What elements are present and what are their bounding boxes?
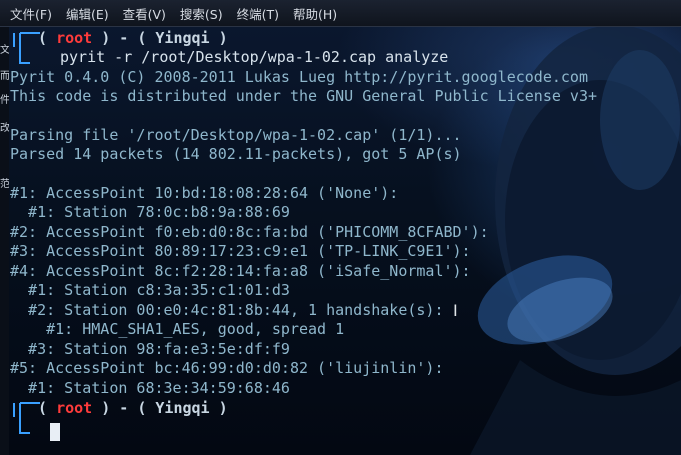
menu-terminal[interactable]: 终端(T) [229, 4, 285, 23]
output-line: #1: Station c8:3a:35:c1:01:d3 [10, 281, 290, 299]
background-window-edge: 文 而 件 改 范 [0, 27, 9, 455]
side-glyph: 改 [0, 123, 9, 134]
prompt-line: ( root ) - ( Yingqi ) [38, 29, 228, 47]
side-glyph: 范 [0, 179, 9, 190]
side-glyph: 件 [0, 95, 9, 106]
output-line: Pyrit 0.4.0 (C) 2008-2011 Lukas Lueg htt… [10, 68, 588, 86]
terminal-window[interactable]: ( root ) - ( Yingqi ) pyrit -r /root/Des… [10, 27, 681, 455]
side-glyph: 文 [0, 45, 9, 56]
menu-bar: 文件(F) 编辑(E) 查看(V) 搜索(S) 终端(T) 帮助(H) [0, 0, 681, 27]
output-line: Parsing file '/root/Desktop/wpa-1-02.cap… [10, 126, 462, 144]
prompt-close: ) [209, 399, 228, 417]
output-line: #3: AccessPoint 80:89:17:23:c9:e1 ('TP-L… [10, 242, 471, 260]
output-line: #1: HMAC_SHA1_AES, good, spread 1 [10, 320, 345, 338]
prompt-user: root [56, 29, 93, 47]
output-line: #4: AccessPoint 8c:f2:28:14:fa:a8 ('iSaf… [10, 262, 471, 280]
output-line: #3: Station 98:fa:e3:5e:df:f9 [10, 340, 290, 358]
text-cursor-icon: I [453, 301, 458, 320]
output-line: #1: Station 78:0c:b8:9a:88:69 [10, 203, 290, 221]
menu-view[interactable]: 查看(V) [115, 4, 172, 23]
prompt-close: ) [209, 29, 228, 47]
side-glyph: 而 [0, 71, 9, 82]
menu-help[interactable]: 帮助(H) [285, 4, 343, 23]
menu-search[interactable]: 搜索(S) [172, 4, 229, 23]
output-line: #2: Station 00:e0:4c:81:8b:44, 1 handsha… [10, 301, 444, 319]
output-line: This code is distributed under the GNU G… [10, 87, 597, 105]
menu-file[interactable]: 文件(F) [0, 4, 58, 23]
output-line: #2: AccessPoint f0:eb:d0:8c:fa:bd ('PHIC… [10, 223, 489, 241]
prompt-separator: ) - ( [92, 29, 156, 47]
output-line: Parsed 14 packets (14 802.11-packets), g… [10, 145, 462, 163]
command-line: pyrit -r /root/Desktop/wpa-1-02.cap anal… [60, 48, 449, 66]
prompt-host: Yingqi [155, 399, 210, 417]
terminal-cursor [50, 423, 60, 441]
prompt-host: Yingqi [155, 29, 210, 47]
menu-edit[interactable]: 编辑(E) [58, 4, 115, 23]
output-line: #5: AccessPoint bc:46:99:d0:d0:82 ('liuj… [10, 359, 444, 377]
output-line: #1: Station 68:3e:34:59:68:46 [10, 379, 290, 397]
prompt-user: root [56, 399, 93, 417]
prompt-separator: ) - ( [92, 399, 156, 417]
output-line: #1: AccessPoint 10:bd:18:08:28:64 ('None… [10, 184, 399, 202]
prompt-line: ( root ) - ( Yingqi ) [38, 399, 228, 417]
